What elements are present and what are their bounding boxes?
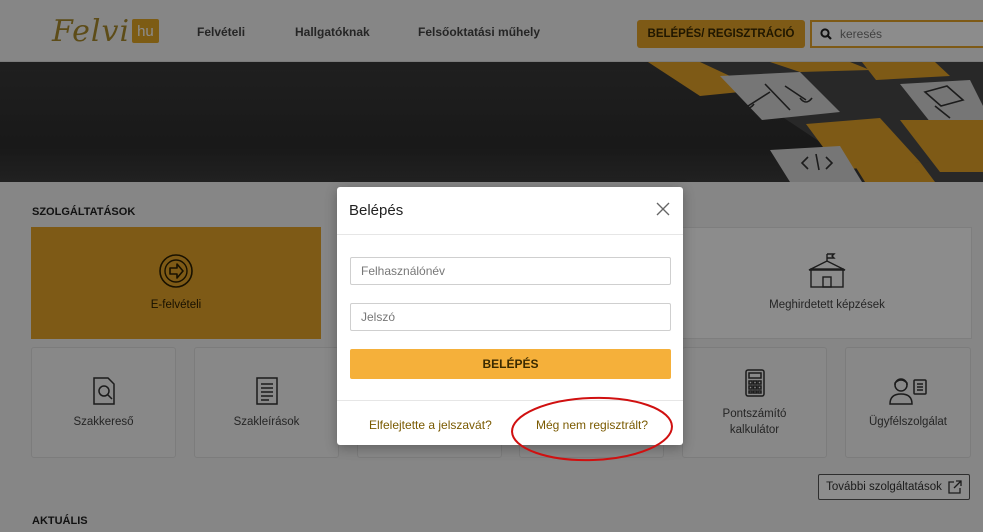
login-modal: Belépés BELÉPÉS Elfelejtette a jelszavát… (337, 187, 683, 445)
password-input[interactable] (350, 303, 671, 331)
username-input[interactable] (350, 257, 671, 285)
modal-footer: Elfelejtette a jelszavát? Még nem regisz… (337, 400, 683, 445)
forgot-password-link[interactable]: Elfelejtette a jelszavát? (369, 418, 492, 432)
close-icon[interactable] (655, 201, 671, 217)
modal-header: Belépés (337, 187, 683, 235)
modal-title: Belépés (349, 202, 404, 219)
login-submit-button[interactable]: BELÉPÉS (350, 349, 671, 379)
register-link[interactable]: Még nem regisztrált? (536, 418, 648, 432)
